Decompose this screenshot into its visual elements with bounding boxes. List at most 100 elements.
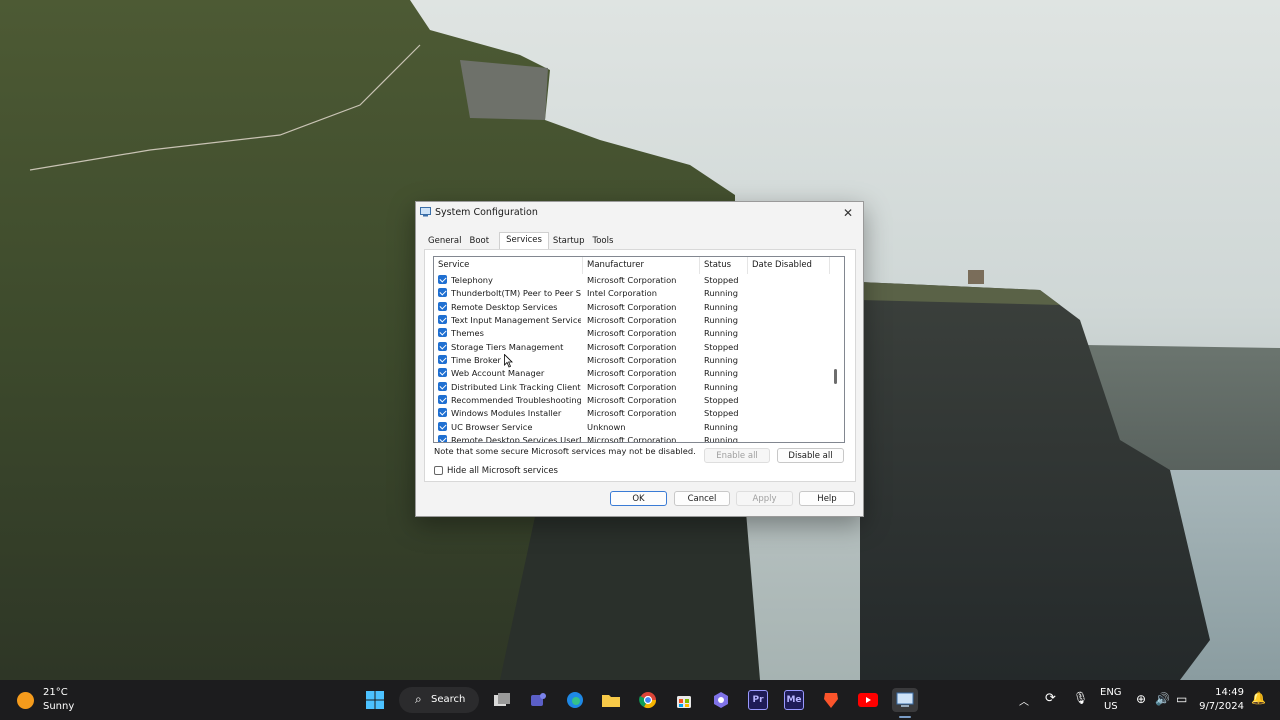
disable-all-button[interactable]: Disable all [777, 448, 844, 463]
service-enabled-checkbox[interactable] [438, 315, 447, 325]
vertical-scrollbar[interactable] [830, 257, 844, 442]
service-status: Running [704, 381, 738, 392]
service-manufacturer: Microsoft Corporation [587, 395, 677, 406]
table-row[interactable]: Remote Desktop Services UserM... Microsof… [434, 434, 830, 443]
table-row[interactable]: UC Browser Service Unknown Running [434, 421, 830, 434]
enable-all-button[interactable]: Enable all [704, 448, 770, 463]
service-enabled-checkbox[interactable] [438, 395, 447, 405]
language-indicator[interactable]: ENG US [1100, 686, 1122, 714]
table-row[interactable]: Storage Tiers Management Microsoft Corpor… [434, 341, 830, 354]
table-row[interactable]: Text Input Management Service Microsoft C… [434, 314, 830, 327]
task-view-icon[interactable] [490, 688, 514, 712]
service-enabled-checkbox[interactable] [438, 328, 447, 338]
table-row[interactable]: Windows Modules Installer Microsoft Corpo… [434, 407, 830, 420]
service-status: Running [704, 288, 738, 299]
service-manufacturer: Unknown [587, 421, 626, 432]
service-enabled-checkbox[interactable] [438, 355, 447, 365]
clock-date: 9/7/2024 [1199, 701, 1244, 712]
service-enabled-checkbox[interactable] [438, 381, 447, 391]
apply-button[interactable]: Apply [736, 491, 793, 506]
service-enabled-checkbox[interactable] [438, 288, 447, 298]
tab-startup[interactable]: Startup [549, 234, 589, 249]
table-row[interactable]: Telephony Microsoft Corporation Stopped [434, 274, 830, 287]
system-clock[interactable]: 14:49 9/7/2024 [1199, 686, 1244, 714]
column-header-service[interactable]: Service [434, 257, 583, 274]
table-row[interactable]: Distributed Link Tracking Client Microsof… [434, 381, 830, 394]
system-config-icon[interactable] [892, 688, 918, 712]
services-rows: Telephony Microsoft Corporation Stopped Thu… [434, 274, 830, 443]
service-name: Themes [451, 328, 484, 339]
service-status: Running [704, 315, 738, 326]
teams-icon[interactable] [526, 688, 550, 712]
table-row[interactable]: Themes Microsoft Corporation Running [434, 327, 830, 340]
temperature: 21°C [43, 687, 68, 698]
service-name: Storage Tiers Management [451, 341, 564, 352]
column-header-manufacturer[interactable]: Manufacturer [583, 257, 700, 274]
battery-icon[interactable]: ▭ [1176, 692, 1187, 706]
column-header-date-disabled[interactable]: Date Disabled [748, 257, 830, 274]
tab-general[interactable]: General [424, 234, 466, 249]
table-row[interactable]: Web Account Manager Microsoft Corporation… [434, 367, 830, 380]
service-enabled-checkbox[interactable] [438, 408, 447, 418]
scrollbar-thumb[interactable] [834, 369, 837, 384]
column-header-status[interactable]: Status [700, 257, 748, 274]
dialog-titlebar[interactable]: System Configuration ✕ [416, 202, 863, 224]
weather-condition: Sunny [43, 701, 75, 712]
premiere-icon[interactable]: Pr [746, 688, 770, 712]
service-manufacturer: Microsoft Corporation [587, 301, 677, 312]
network-globe-icon[interactable]: ⊕ [1136, 692, 1146, 706]
file-explorer-icon[interactable] [599, 688, 623, 712]
service-enabled-checkbox[interactable] [438, 368, 447, 378]
chrome-icon[interactable] [636, 688, 660, 712]
tab-services[interactable]: Services [499, 232, 549, 250]
service-name: Telephony [451, 275, 493, 285]
hide-microsoft-services-checkbox[interactable] [434, 466, 443, 475]
windows-logo-icon [366, 691, 384, 709]
service-name: Time Broker [451, 355, 501, 366]
service-enabled-checkbox[interactable] [438, 341, 447, 351]
show-hidden-icons-chevron-icon[interactable]: ︿ [1019, 693, 1029, 708]
service-status: Stopped [704, 395, 739, 406]
service-name: Thunderbolt(TM) Peer to Peer S... [451, 288, 581, 299]
media-encoder-label: Me [784, 690, 804, 710]
table-row[interactable]: Time Broker Microsoft Corporation Running [434, 354, 830, 367]
youtube-icon[interactable] [856, 688, 880, 712]
notification-icon[interactable]: 🔔 [1251, 691, 1266, 705]
service-name: Web Account Manager [451, 368, 545, 379]
service-enabled-checkbox[interactable] [438, 301, 447, 311]
tab-tools[interactable]: Tools [588, 234, 617, 249]
sun-icon [17, 692, 34, 709]
sync-icon[interactable]: ⟳ [1045, 691, 1056, 706]
table-row[interactable]: Thunderbolt(TM) Peer to Peer S... Intel C… [434, 287, 830, 300]
services-list[interactable]: Service Manufacturer Status Date Disable… [433, 256, 845, 443]
media-encoder-icon[interactable]: Me [782, 688, 806, 712]
mouse-cursor-icon [504, 354, 513, 368]
store-icon[interactable] [672, 688, 696, 712]
service-enabled-checkbox[interactable] [438, 435, 447, 442]
service-enabled-checkbox[interactable] [438, 421, 447, 431]
system-configuration-dialog: System Configuration ✕ General Boot Serv… [415, 201, 864, 517]
search-box[interactable]: ⌕ Search [399, 687, 479, 713]
table-row[interactable]: Remote Desktop Services Microsoft Corpora… [434, 301, 830, 314]
service-manufacturer: Microsoft Corporation [587, 355, 677, 366]
microphone-icon[interactable]: 🎙 [1073, 691, 1088, 705]
close-button[interactable]: ✕ [839, 204, 857, 222]
volume-icon[interactable]: 🔊 [1155, 692, 1170, 706]
start-button[interactable] [363, 688, 387, 712]
service-manufacturer: Microsoft Corporation [587, 275, 677, 285]
tab-boot[interactable]: Boot [466, 234, 494, 249]
help-button[interactable]: Help [799, 491, 855, 506]
cancel-button[interactable]: Cancel [674, 491, 730, 506]
active-window-indicator [899, 716, 911, 718]
edge-icon[interactable] [563, 688, 587, 712]
table-row[interactable]: Recommended Troubleshooting ... Microsoft… [434, 394, 830, 407]
brave-icon[interactable] [819, 688, 843, 712]
secure-services-note: Note that some secure Microsoft services… [434, 446, 696, 456]
search-icon: ⌕ [415, 692, 422, 706]
service-enabled-checkbox[interactable] [438, 275, 447, 284]
copilot-icon[interactable] [709, 688, 733, 712]
service-status: Running [704, 435, 738, 443]
service-name: Windows Modules Installer [451, 408, 562, 419]
ok-button[interactable]: OK [610, 491, 667, 506]
hide-microsoft-services-label: Hide all Microsoft services [447, 466, 558, 476]
